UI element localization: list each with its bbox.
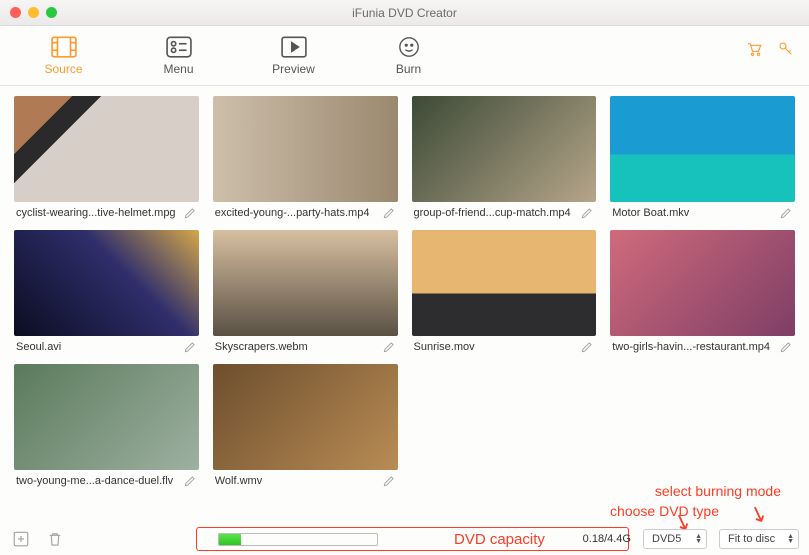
video-thumb[interactable] [14,364,199,470]
video-card[interactable]: Skyscrapers.webm [213,230,398,356]
bottom-bar: DVD capacity 0.18/4.4G DVD5 ▲▼ Fit to di… [0,523,809,555]
video-thumb[interactable] [14,96,199,202]
video-thumb[interactable] [610,96,795,202]
tab-source-label: Source [44,62,82,76]
video-thumb[interactable] [14,230,199,336]
tab-menu[interactable]: Menu [121,36,236,76]
cart-icon[interactable] [745,40,763,61]
tab-burn-label: Burn [396,62,421,76]
edit-icon[interactable] [779,340,793,354]
stepper-icon: ▲▼ [787,534,794,544]
video-filename: cyclist-wearing...tive-helmet.mpg [16,207,176,219]
tab-preview[interactable]: Preview [236,36,351,76]
close-icon[interactable] [10,7,21,18]
video-thumb[interactable] [412,230,597,336]
video-card[interactable]: Sunrise.mov [412,230,597,356]
edit-icon[interactable] [183,474,197,488]
main-tabs: Source Menu Preview Burn [6,36,466,76]
edit-icon[interactable] [183,340,197,354]
capacity-used: 0.18/4.4G [583,533,631,545]
dvd-type-select[interactable]: DVD5 ▲▼ [643,529,707,549]
burn-mode-value: Fit to disc [728,533,775,545]
tab-menu-label: Menu [163,62,193,76]
titlebar: iFunia DVD Creator [0,0,809,26]
video-card[interactable]: Seoul.avi [14,230,199,356]
video-filename: Skyscrapers.webm [215,341,308,353]
video-filename: Motor Boat.mkv [612,207,689,219]
window-controls [0,7,57,18]
stepper-icon: ▲▼ [695,534,702,544]
video-filename: two-girls-havin...-restaurant.mp4 [612,341,770,353]
video-thumb[interactable] [412,96,597,202]
edit-icon[interactable] [183,206,197,220]
video-grid: cyclist-wearing...tive-helmet.mpg excite… [0,86,809,496]
video-filename: excited-young-...party-hats.mp4 [215,207,370,219]
edit-icon[interactable] [580,206,594,220]
tab-source[interactable]: Source [6,36,121,76]
video-filename: two-young-me...a-dance-duel.flv [16,475,173,487]
capacity-label: DVD capacity [454,531,545,548]
video-filename: Seoul.avi [16,341,61,353]
zoom-icon[interactable] [46,7,57,18]
video-thumb[interactable] [213,96,398,202]
burn-mode-select[interactable]: Fit to disc ▲▼ [719,529,799,549]
video-card[interactable]: Motor Boat.mkv [610,96,795,222]
video-card[interactable]: group-of-friend...cup-match.mp4 [412,96,597,222]
video-card[interactable]: cyclist-wearing...tive-helmet.mpg [14,96,199,222]
video-card[interactable]: two-young-me...a-dance-duel.flv [14,364,199,490]
edit-icon[interactable] [580,340,594,354]
video-thumb[interactable] [610,230,795,336]
edit-icon[interactable] [779,206,793,220]
edit-icon[interactable] [382,206,396,220]
video-card[interactable]: two-girls-havin...-restaurant.mp4 [610,230,795,356]
edit-icon[interactable] [382,340,396,354]
toolbar: Source Menu Preview Burn [0,26,809,86]
video-filename: Wolf.wmv [215,475,262,487]
video-filename: Sunrise.mov [414,341,475,353]
video-thumb[interactable] [213,230,398,336]
video-card[interactable]: excited-young-...party-hats.mp4 [213,96,398,222]
window-title: iFunia DVD Creator [0,6,809,20]
minimize-icon[interactable] [28,7,39,18]
capacity-bar [218,533,378,546]
video-card[interactable]: Wolf.wmv [213,364,398,490]
annotation-choose-type: choose DVD type [610,503,719,519]
video-thumb[interactable] [213,364,398,470]
dvd-type-value: DVD5 [652,533,681,545]
video-filename: group-of-friend...cup-match.mp4 [414,207,571,219]
capacity-meter: DVD capacity 0.18/4.4G [218,531,631,548]
tab-preview-label: Preview [272,62,315,76]
delete-button[interactable] [44,528,66,550]
tab-burn[interactable]: Burn [351,36,466,76]
add-button[interactable] [10,528,32,550]
annotation-select-mode: select burning mode [655,483,781,499]
edit-icon[interactable] [382,474,396,488]
key-icon[interactable] [777,40,795,61]
